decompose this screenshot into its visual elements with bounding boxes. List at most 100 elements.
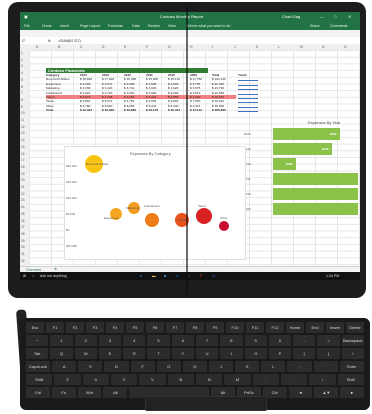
col-header[interactable]: L xyxy=(278,45,280,49)
key-f12[interactable]: F12 xyxy=(266,322,284,333)
tab-review[interactable]: Review xyxy=(148,24,160,28)
table-cell[interactable]: Total xyxy=(46,108,53,112)
maximize-icon[interactable]: □ xyxy=(334,14,336,19)
key-f3[interactable]: F3 xyxy=(86,322,104,333)
key-z[interactable]: Z xyxy=(54,374,81,385)
row-header[interactable]: 2 xyxy=(21,58,23,62)
tab-data[interactable]: Data xyxy=(132,24,140,28)
key-f1[interactable]: F1 xyxy=(46,322,64,333)
bubble-other[interactable] xyxy=(219,221,229,231)
key-f8[interactable]: F8 xyxy=(186,322,204,333)
row-header[interactable]: 8 xyxy=(21,98,23,102)
key-ctrl[interactable]: Ctrl xyxy=(26,387,50,398)
tab-formulas[interactable]: Formulas xyxy=(108,24,123,28)
key-[interactable]: ] xyxy=(317,348,340,359)
key-esc[interactable]: Esc xyxy=(26,322,44,333)
key-f5[interactable]: F5 xyxy=(126,322,144,333)
row-header[interactable]: 18 xyxy=(21,165,25,169)
row-header[interactable]: 7 xyxy=(21,91,23,95)
windows-start-icon[interactable]: ⊞ xyxy=(23,274,26,278)
key-q[interactable]: Q xyxy=(50,348,73,359)
year-bar[interactable] xyxy=(273,188,358,200)
name-box[interactable]: I7 xyxy=(22,39,25,43)
key-shift[interactable]: Shift xyxy=(337,374,364,385)
key-a[interactable]: A xyxy=(52,361,77,372)
row-header[interactable]: 26 xyxy=(21,219,25,223)
col-header[interactable]: A xyxy=(36,45,38,49)
bubble-freelancers[interactable] xyxy=(145,213,159,227)
col-header[interactable]: O xyxy=(344,45,347,49)
key-o[interactable]: O xyxy=(244,348,267,359)
key-[interactable]: / xyxy=(309,374,336,385)
key-0[interactable]: 0 xyxy=(268,335,292,346)
edge-icon[interactable]: e xyxy=(140,274,142,278)
tab-file[interactable]: File xyxy=(24,24,30,28)
row-header[interactable]: 6 xyxy=(21,85,23,89)
table-cell[interactable]: $ 43,800 xyxy=(124,108,136,112)
key-f9[interactable]: F9 xyxy=(206,322,224,333)
key-f4[interactable]: F4 xyxy=(106,322,124,333)
row-header[interactable]: 4 xyxy=(21,71,23,75)
row-header[interactable]: 22 xyxy=(21,192,25,196)
table-cell[interactable]: $ 42,000 xyxy=(102,108,114,112)
row-header[interactable]: 27 xyxy=(21,225,25,229)
key-b[interactable]: B xyxy=(167,374,194,385)
key-[interactable]: , xyxy=(252,374,279,385)
key-f2[interactable]: F2 xyxy=(66,322,84,333)
key-c[interactable]: C xyxy=(110,374,138,385)
key-f7[interactable]: F7 xyxy=(166,322,184,333)
key-m[interactable]: M xyxy=(224,374,251,385)
clock[interactable]: 1:34 PM xyxy=(326,274,339,278)
key-backspace[interactable]: Backspace xyxy=(341,335,364,346)
table-cell[interactable]: $ 43,176 xyxy=(146,108,158,112)
row-header[interactable]: 21 xyxy=(21,185,25,189)
key-9[interactable]: 9 xyxy=(244,335,267,346)
col-header[interactable]: J xyxy=(234,45,236,49)
tell-me-search[interactable]: Tell me what you want to do xyxy=(186,24,230,28)
key-p[interactable]: P xyxy=(268,348,292,359)
key-[interactable]: ▲▼ xyxy=(314,387,339,398)
col-header[interactable]: C xyxy=(80,45,82,49)
user-name[interactable]: Chad Gag xyxy=(282,14,300,19)
key-8[interactable]: 8 xyxy=(220,335,243,346)
key-delete[interactable]: Delete xyxy=(346,322,364,333)
row-header[interactable]: 9 xyxy=(21,105,23,109)
key-insert[interactable]: Insert xyxy=(326,322,344,333)
key-alt[interactable]: Alt xyxy=(103,387,128,398)
row-header[interactable]: 17 xyxy=(21,158,25,162)
table-cell[interactable]: $ 45,444 xyxy=(168,108,180,112)
key-f[interactable]: F xyxy=(130,361,155,372)
key-k[interactable]: K xyxy=(235,361,260,372)
key-n[interactable]: N xyxy=(195,374,223,385)
tab-home[interactable]: Home xyxy=(42,24,52,28)
key-i[interactable]: I xyxy=(220,348,243,359)
key-r[interactable]: R xyxy=(123,348,146,359)
cortana-icon[interactable]: ○ xyxy=(32,274,34,278)
key-2[interactable]: 2 xyxy=(74,335,97,346)
taskbar-search[interactable]: Ask me anything xyxy=(40,274,67,278)
row-header[interactable]: 29 xyxy=(21,239,25,243)
key-5[interactable]: 5 xyxy=(147,335,170,346)
table-cell[interactable]: $ 42,324 xyxy=(80,108,92,112)
minimize-icon[interactable]: — xyxy=(320,14,324,19)
key-g[interactable]: G xyxy=(156,361,181,372)
key-[interactable]: = xyxy=(317,335,340,346)
row-header[interactable]: 19 xyxy=(21,172,25,176)
col-header[interactable]: N xyxy=(322,45,324,49)
key-3[interactable]: 3 xyxy=(98,335,122,346)
key-l[interactable]: L xyxy=(261,361,286,372)
mail-icon[interactable]: ✉ xyxy=(176,274,179,278)
row-header[interactable]: 11 xyxy=(21,118,24,122)
row-header[interactable]: 14 xyxy=(21,138,25,142)
row-header[interactable]: 20 xyxy=(21,178,25,182)
key-home[interactable]: Home xyxy=(286,322,304,333)
row-header[interactable]: 32 xyxy=(21,259,25,263)
key-x[interactable]: X xyxy=(82,374,109,385)
col-header[interactable]: K xyxy=(256,45,258,49)
tab-page-layout[interactable]: Page Layout xyxy=(80,24,100,28)
key-tab[interactable]: Tab xyxy=(26,348,49,359)
key-1[interactable]: 1 xyxy=(50,335,73,346)
col-header[interactable]: M xyxy=(300,45,303,49)
key-[interactable]: ◄ xyxy=(288,387,313,398)
key-[interactable]: ' xyxy=(313,361,338,372)
